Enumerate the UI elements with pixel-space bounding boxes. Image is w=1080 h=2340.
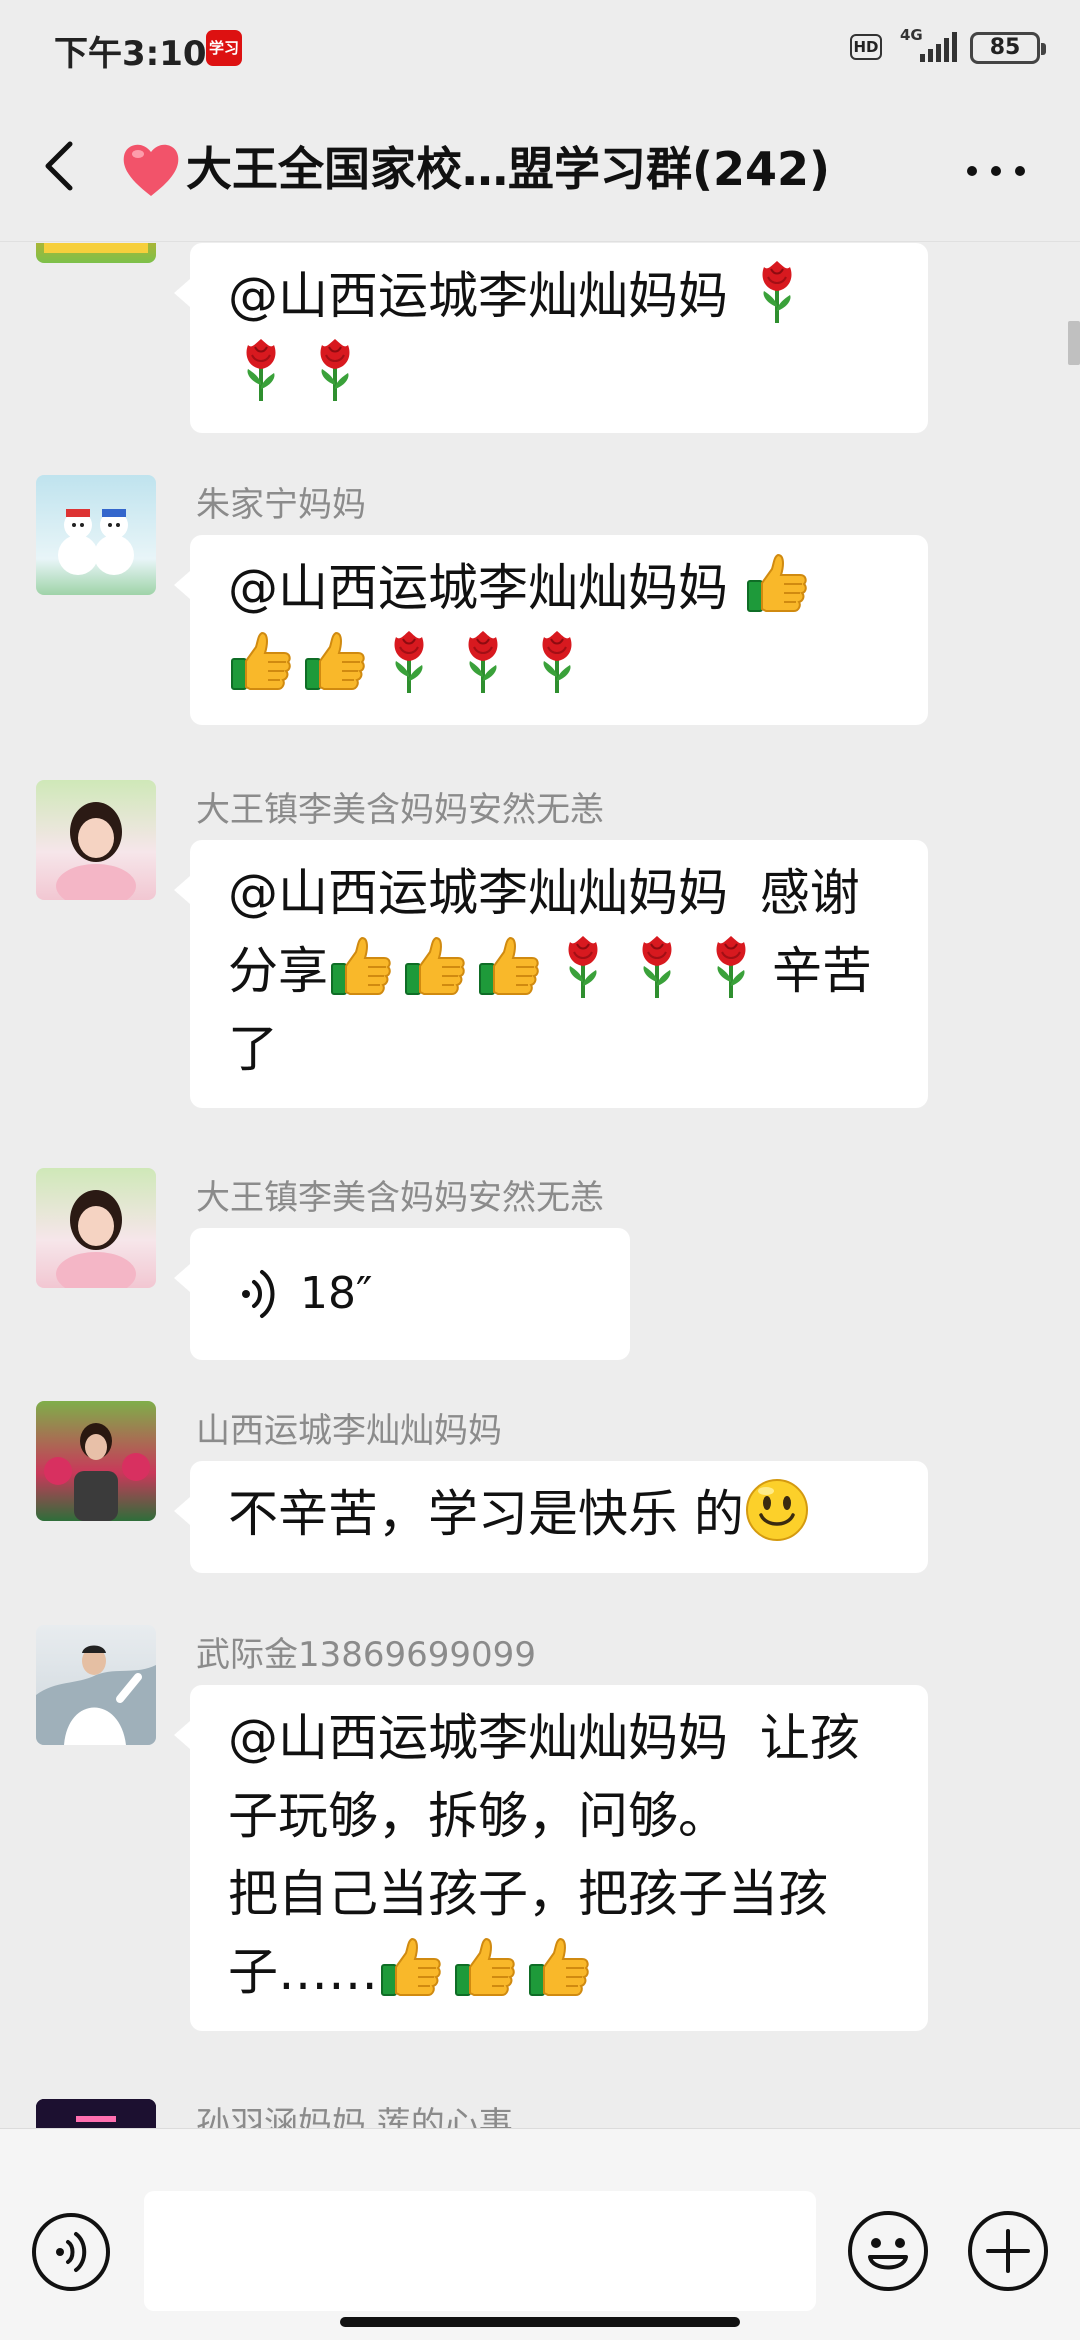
message-bubble[interactable]: @山西运城李灿灿妈妈 让孩子玩够，拆够，问够。 把自己当孩子，把孩子当孩子……: [174, 1685, 928, 2031]
avatar[interactable]: [36, 243, 156, 263]
voice-duration: 18″: [300, 1268, 373, 1319]
hd-badge: HD: [850, 34, 882, 60]
voice-message-bubble[interactable]: 18″: [174, 1228, 630, 1360]
smile-emoji-icon: [744, 1477, 810, 1543]
thumbs-up-emoji-icon: [328, 934, 394, 1000]
message-bubble[interactable]: @山西运城李灿灿妈妈: [174, 243, 928, 433]
thumbs-up-emoji-icon: [476, 934, 542, 1000]
rose-emoji-icon: [744, 259, 810, 325]
avatar[interactable]: [36, 475, 156, 595]
avatar-image: [56, 1190, 136, 1288]
rose-emoji-icon: [302, 337, 368, 403]
sender-name: 山西运城李灿灿妈妈: [196, 1411, 502, 1451]
thumbs-up-emoji-icon: [744, 551, 810, 617]
message-bubble[interactable]: @山西运城李灿灿妈妈: [174, 535, 928, 725]
thumbs-up-emoji-icon: [526, 1935, 592, 2001]
thumbs-up-emoji-icon: [378, 1935, 444, 2001]
sender-name: 武际金13869699099: [196, 1635, 536, 1675]
app-notification-icon: 学习: [206, 30, 242, 66]
battery-indicator: 85: [970, 32, 1046, 64]
thumbs-up-emoji-icon: [452, 1935, 518, 2001]
avatar-image: [44, 243, 148, 253]
rose-emoji-icon: [624, 934, 690, 1000]
chat-title-text: 大王全国家校…盟学习群(242): [186, 142, 831, 196]
emoji-icon[interactable]: [846, 2209, 930, 2293]
message-bubble[interactable]: @山西运城李灿灿妈妈 感谢分享 辛苦了: [174, 840, 928, 1108]
back-chevron-icon[interactable]: [36, 136, 90, 196]
avatar[interactable]: [36, 780, 156, 900]
status-bar: 下午3:10 学习 HD 4G 85: [0, 0, 1080, 96]
plus-icon[interactable]: [966, 2209, 1050, 2293]
message-list[interactable]: @山西运城李灿灿妈妈 朱家宁妈妈 @山西运城李灿灿妈妈 大王镇李美含妈妈安然无恙…: [0, 243, 1080, 2128]
avatar-image: [36, 1645, 156, 1745]
rose-emoji-icon: [376, 629, 442, 695]
message-text-input[interactable]: [144, 2191, 816, 2311]
message-text: @山西运城李灿灿妈妈: [228, 559, 744, 617]
thumbs-up-emoji-icon: [228, 629, 294, 695]
status-time: 下午3:10: [54, 34, 207, 74]
avatar-image: [44, 1423, 150, 1521]
sender-name: 大王镇李美含妈妈安然无恙: [196, 1178, 604, 1218]
scrollbar-thumb[interactable]: [1068, 321, 1080, 365]
rose-emoji-icon: [228, 337, 294, 403]
message-text: 不辛苦，学习是快乐 的: [228, 1485, 744, 1543]
rose-emoji-icon: [450, 629, 516, 695]
message-text: @山西运城李灿灿妈妈 感谢分享: [228, 864, 860, 1000]
rose-emoji-icon: [550, 934, 616, 1000]
message-text: @山西运城李灿灿妈妈: [228, 267, 744, 325]
thumbs-up-emoji-icon: [402, 934, 468, 1000]
avatar[interactable]: [36, 1401, 156, 1521]
signal-strength-icon: [920, 32, 957, 62]
avatar-image: [56, 802, 136, 900]
voice-input-icon[interactable]: [30, 2211, 112, 2293]
heart-icon: [123, 144, 179, 196]
chat-screen: 下午3:10 学习 HD 4G 85 大王全国家校…盟学习群(242) @山西运…: [0, 0, 1080, 2340]
more-dots-icon[interactable]: [960, 156, 1032, 186]
voice-wave-icon: [242, 1270, 275, 1318]
message-input-bar: [0, 2128, 1080, 2340]
rose-emoji-icon: [524, 629, 590, 695]
chat-header: 大王全国家校…盟学习群(242): [0, 96, 1080, 242]
sender-name: 大王镇李美含妈妈安然无恙: [196, 790, 604, 830]
avatar[interactable]: [36, 1625, 156, 1745]
avatar[interactable]: [36, 2099, 156, 2128]
rose-emoji-icon: [698, 934, 764, 1000]
message-bubble[interactable]: 不辛苦，学习是快乐 的: [174, 1461, 928, 1573]
sender-name: 朱家宁妈妈: [196, 485, 366, 525]
thumbs-up-emoji-icon: [302, 629, 368, 695]
sender-name: 孙羽涵妈妈 莲的心事: [196, 2105, 513, 2128]
avatar-image: [36, 2099, 156, 2128]
avatar[interactable]: [36, 1168, 156, 1288]
home-indicator[interactable]: [340, 2317, 740, 2327]
chat-title: 大王全国家校…盟学习群(242): [120, 134, 900, 204]
avatar-image: [58, 509, 134, 575]
